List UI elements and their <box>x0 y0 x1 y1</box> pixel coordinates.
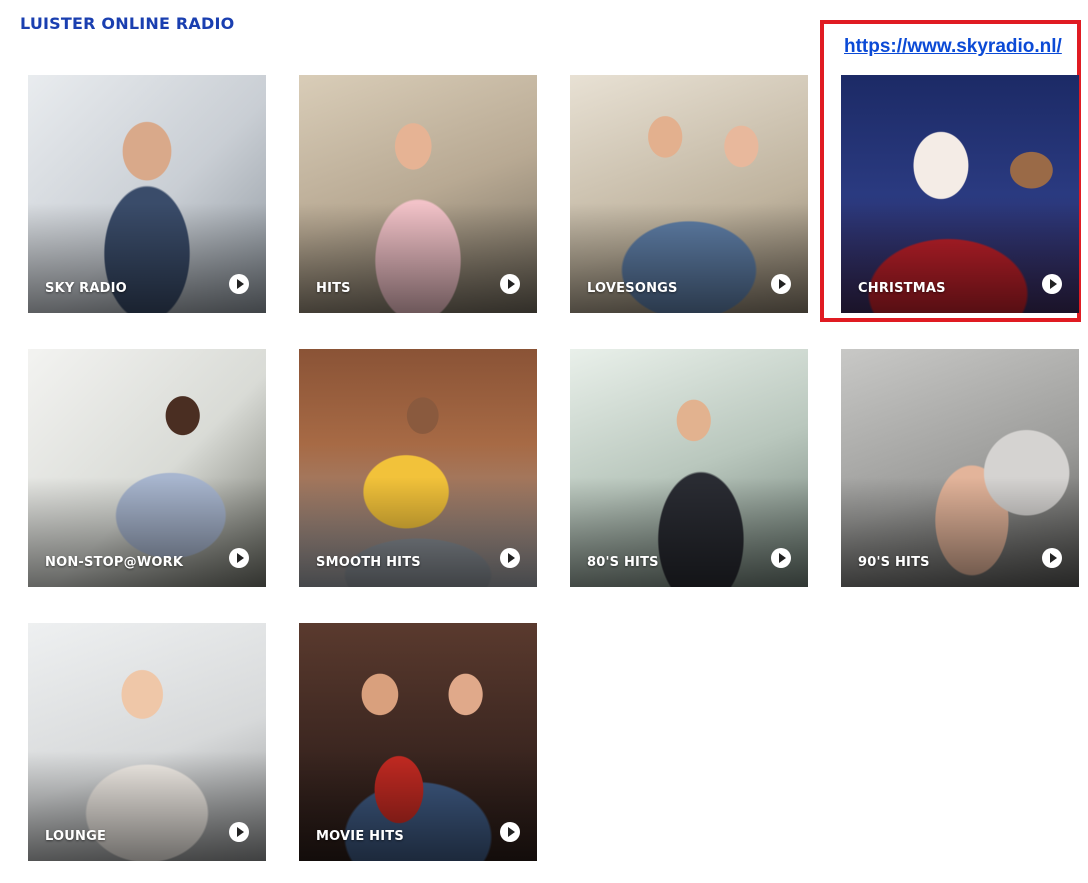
station-label: SKY RADIO <box>45 281 127 296</box>
station-label: LOUNGE <box>45 829 107 844</box>
station-tile-hits[interactable]: HITS <box>299 75 537 313</box>
station-tile-non-stop-work[interactable]: NON-STOP@WORK <box>28 349 266 587</box>
play-icon[interactable] <box>771 548 791 568</box>
play-icon[interactable] <box>1042 274 1062 294</box>
station-tile-lounge[interactable]: LOUNGE <box>28 623 266 861</box>
play-icon[interactable] <box>500 822 520 842</box>
station-label: LOVESONGS <box>587 281 678 296</box>
play-icon[interactable] <box>500 274 520 294</box>
station-label: HITS <box>316 281 351 296</box>
station-tile-smooth-hits[interactable]: SMOOTH HITS <box>299 349 537 587</box>
play-icon[interactable] <box>229 548 249 568</box>
station-tile-lovesongs[interactable]: LOVESONGS <box>570 75 808 313</box>
play-icon[interactable] <box>229 822 249 842</box>
play-icon[interactable] <box>500 548 520 568</box>
station-label: CHRISTMAS <box>858 281 946 296</box>
station-label: 80'S HITS <box>587 555 659 570</box>
station-tile-sky-radio[interactable]: SKY RADIO <box>28 75 266 313</box>
station-label: SMOOTH HITS <box>316 555 421 570</box>
station-label: NON-STOP@WORK <box>45 555 184 570</box>
station-tile-christmas[interactable]: CHRISTMAS <box>841 75 1079 313</box>
station-tile-90s-hits[interactable]: 90'S HITS <box>841 349 1079 587</box>
skyradio-link[interactable]: https://www.skyradio.nl/ <box>844 36 1062 58</box>
station-label: 90'S HITS <box>858 555 930 570</box>
play-icon[interactable] <box>1042 548 1062 568</box>
station-tile-movie-hits[interactable]: MOVIE HITS <box>299 623 537 861</box>
station-tile-80s-hits[interactable]: 80'S HITS <box>570 349 808 587</box>
play-icon[interactable] <box>229 274 249 294</box>
station-label: MOVIE HITS <box>316 829 404 844</box>
section-title: LUISTER ONLINE RADIO <box>20 14 235 33</box>
play-icon[interactable] <box>771 274 791 294</box>
